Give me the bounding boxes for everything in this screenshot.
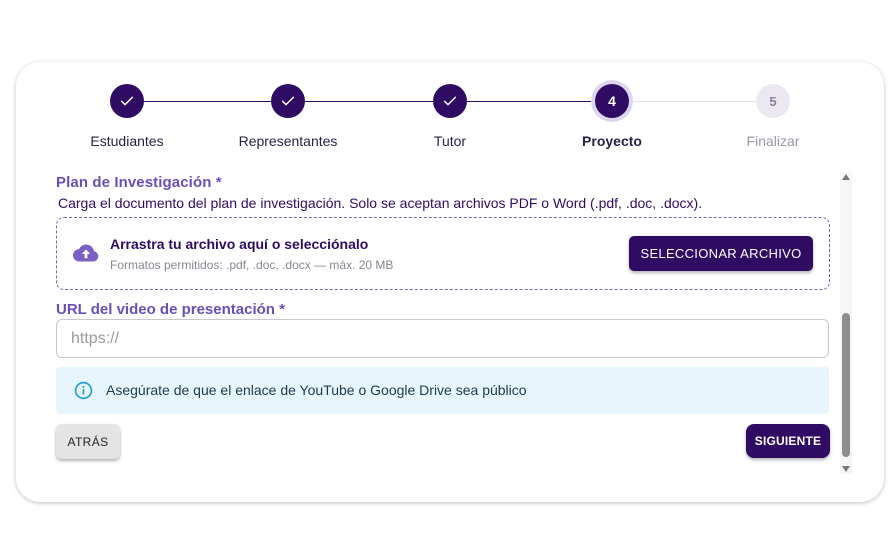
step-proyecto[interactable]: 4 Proyecto: [542, 84, 682, 149]
step-circle: [271, 84, 305, 118]
step-tutor[interactable]: Tutor: [380, 84, 520, 149]
step-label: Tutor: [433, 133, 467, 149]
step-representantes[interactable]: Representantes: [218, 84, 358, 149]
scrollbar[interactable]: [840, 172, 852, 474]
dropzone-subtitle: Formatos permitidos: .pdf, .doc, .docx —…: [110, 258, 394, 272]
scrollbar-thumb[interactable]: [842, 313, 850, 457]
step-circle: 5: [756, 84, 790, 118]
check-icon: [443, 96, 457, 106]
step-label: Estudiantes: [90, 133, 164, 149]
stepper: Estudiantes Representantes Tutor 4 Proye…: [16, 62, 884, 172]
check-icon: [281, 96, 295, 106]
plan-title: Plan de Investigación *: [56, 174, 222, 191]
form-content: Plan de Investigación * Carga el documen…: [56, 174, 830, 459]
video-url-input[interactable]: [56, 319, 829, 358]
plan-description: Carga el documento del plan de investiga…: [58, 195, 703, 211]
registration-card: Estudiantes Representantes Tutor 4 Proye…: [16, 62, 884, 502]
step-estudiantes[interactable]: Estudiantes: [57, 84, 197, 149]
scroll-down-arrow-icon[interactable]: [842, 466, 850, 472]
back-button[interactable]: ATRÁS: [56, 424, 120, 459]
file-dropzone[interactable]: Arrastra tu archivo aquí o selecciónalo …: [56, 217, 830, 290]
check-icon: [120, 96, 134, 106]
step-circle: [110, 84, 144, 118]
alert-text: Asegúrate de que el enlace de YouTube o …: [106, 382, 527, 398]
step-circle: 4: [595, 84, 629, 118]
video-url-title: URL del video de presentación *: [56, 301, 285, 318]
dropzone-title: Arrastra tu archivo aquí o selecciónalo: [110, 236, 369, 252]
step-circle: [433, 84, 467, 118]
scroll-up-arrow-icon[interactable]: [842, 174, 850, 180]
info-icon: [74, 381, 93, 400]
step-label: Representantes: [238, 133, 338, 149]
step-label: Finalizar: [746, 133, 800, 149]
next-button[interactable]: SIGUIENTE: [746, 424, 830, 458]
step-label: Proyecto: [582, 133, 642, 149]
cloud-upload-icon: [73, 244, 99, 262]
step-finalizar[interactable]: 5 Finalizar: [703, 84, 843, 149]
info-alert: Asegúrate de que el enlace de YouTube o …: [56, 367, 829, 414]
select-file-button[interactable]: SELECCIONAR ARCHIVO: [629, 236, 813, 271]
